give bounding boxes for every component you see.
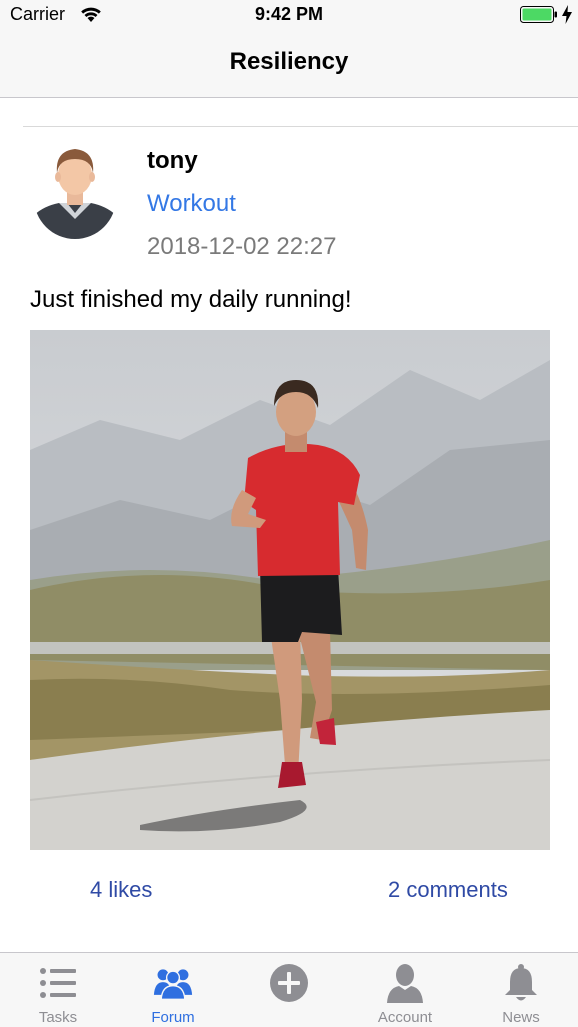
tab-label: News [502,1009,540,1026]
status-bar: Carrier 9:42 PM [0,0,578,30]
comments-link[interactable]: 2 comments [388,877,508,903]
battery-icon [520,6,557,23]
list-icon [40,968,76,998]
likes-link[interactable]: 4 likes [90,877,152,903]
post-author[interactable]: tony [147,147,198,175]
post-photo[interactable] [30,330,550,850]
navigation-bar: Resiliency [0,30,578,98]
person-icon [387,964,423,1003]
charging-icon [562,5,572,24]
post-text: Just finished my daily running! [30,286,352,313]
add-circle-icon [270,964,308,1002]
status-time: 9:42 PM [254,4,324,24]
tab-label: Account [377,1009,433,1026]
bell-icon [505,964,537,1001]
post-category[interactable]: Workout [147,190,236,218]
tab-bar: Tasks Forum Account News [0,952,578,1027]
post-timestamp: 2018-12-02 22:27 [147,233,337,260]
tab-tasks[interactable]: Tasks [0,953,116,1027]
page-title: Resiliency [229,48,349,75]
post-divider [23,126,578,127]
tab-label: Forum [151,1009,195,1026]
people-icon [153,969,193,1001]
tab-label: Tasks [38,1009,78,1026]
tab-forum[interactable]: Forum [115,953,231,1027]
tab-add[interactable] [231,953,347,1027]
tab-news[interactable]: News [463,953,578,1027]
avatar[interactable] [33,143,117,239]
tab-account[interactable]: Account [347,953,463,1027]
